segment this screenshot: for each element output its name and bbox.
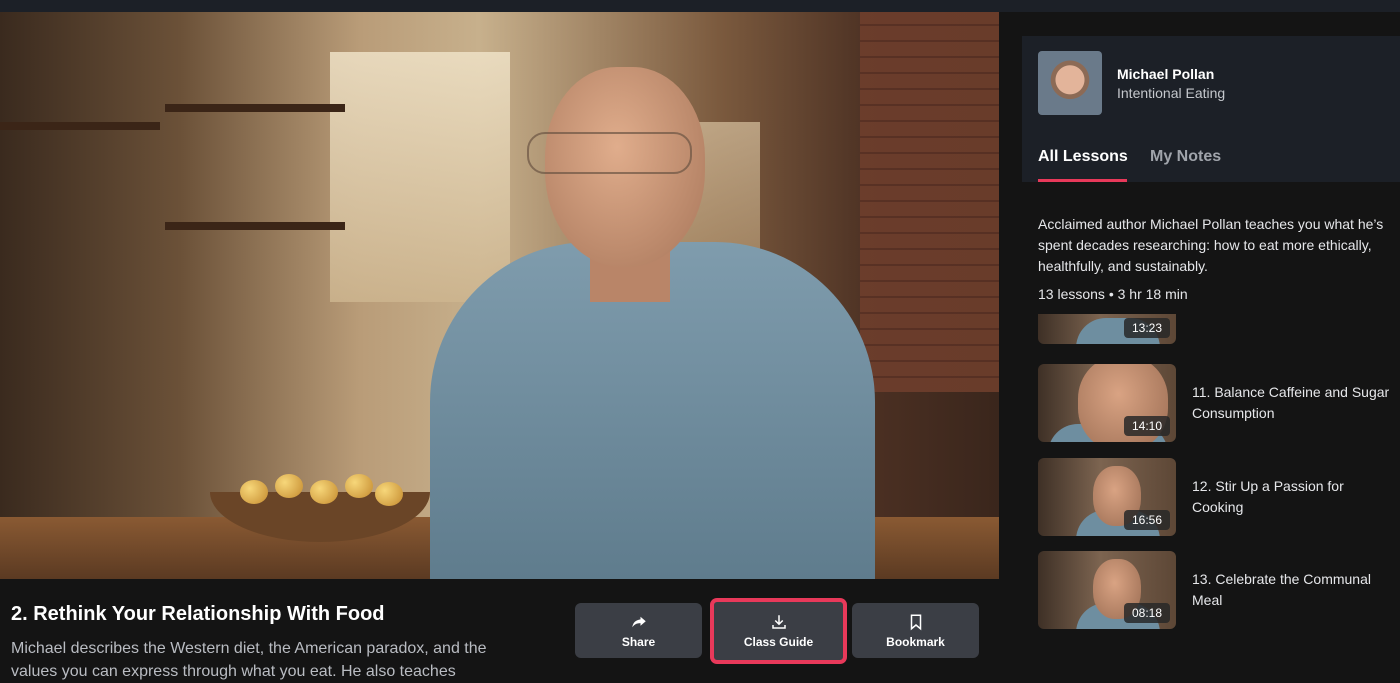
- bookmark-label: Bookmark: [886, 634, 945, 649]
- video-scene-shelf: [165, 222, 345, 230]
- video-player[interactable]: [0, 12, 999, 579]
- share-label: Share: [621, 634, 656, 649]
- instructor-card: Michael Pollan Intentional Eating All Le…: [1022, 36, 1400, 182]
- bookmark-icon: [910, 614, 921, 630]
- class-guide-label: Class Guide: [743, 635, 814, 649]
- lesson-name: 11. Balance Caffeine and Sugar Consumpti…: [1192, 384, 1390, 421]
- course-description: Acclaimed author Michael Pollan teaches …: [1038, 216, 1384, 274]
- video-scene-glasses: [527, 132, 692, 174]
- lesson-duration: 08:18: [1123, 603, 1170, 623]
- lesson-duration: 13:23: [1123, 318, 1170, 338]
- download-icon: [771, 615, 786, 629]
- lesson-thumbnail: 16:56: [1038, 458, 1176, 536]
- list-item[interactable]: 13:23: [1038, 314, 1400, 346]
- video-scene-brick-wall: [860, 12, 999, 392]
- active-tab-indicator: [1038, 179, 1127, 182]
- lesson-duration: 16:56: [1123, 510, 1170, 530]
- share-button[interactable]: Share: [575, 603, 702, 658]
- tab-all-lessons[interactable]: All Lessons: [1038, 148, 1128, 166]
- lesson-name: 12. Stir Up a Passion for Cooking: [1192, 478, 1344, 515]
- video-scene-shelf: [165, 104, 345, 112]
- lesson-sidebar: Michael Pollan Intentional Eating All Le…: [1022, 36, 1400, 674]
- instructor-name: Michael Pollan: [1117, 66, 1215, 82]
- video-scene-fruit: [240, 480, 268, 504]
- video-scene-fruit: [275, 474, 303, 498]
- lesson-thumbnail: 13:23: [1038, 314, 1176, 344]
- bookmark-button[interactable]: Bookmark: [852, 603, 979, 658]
- lesson-title: 2. Rethink Your Relationship With Food: [11, 603, 385, 625]
- tab-my-notes[interactable]: My Notes: [1150, 148, 1221, 166]
- video-scene-shelf: [0, 122, 160, 130]
- video-scene-fruit: [375, 482, 403, 506]
- top-bar: [0, 0, 1400, 12]
- list-item[interactable]: 08:18 13. Celebrate the Communal Meal: [1038, 551, 1400, 631]
- video-scene-fruit: [345, 474, 373, 498]
- lesson-thumbnail: 14:10: [1038, 364, 1176, 442]
- avatar: [1038, 51, 1102, 115]
- video-scene-window: [330, 52, 510, 302]
- class-guide-button[interactable]: Class Guide: [711, 599, 846, 663]
- list-item[interactable]: 16:56 12. Stir Up a Passion for Cooking: [1038, 458, 1400, 538]
- lesson-list[interactable]: 13:23 14:10 11. Balance Caffeine and Sug…: [1038, 314, 1400, 674]
- list-item[interactable]: 14:10 11. Balance Caffeine and Sugar Con…: [1038, 364, 1400, 444]
- lesson-duration: 14:10: [1123, 416, 1170, 436]
- video-scene-fruit: [310, 480, 338, 504]
- lesson-thumbnail: 08:18: [1038, 551, 1176, 629]
- course-meta: 13 lessons • 3 hr 18 min: [1038, 286, 1188, 302]
- lesson-description: Michael describes the Western diet, the …: [11, 640, 487, 680]
- course-name: Intentional Eating: [1117, 85, 1226, 101]
- lesson-name: 13. Celebrate the Communal Meal: [1192, 571, 1371, 608]
- share-icon: [631, 616, 646, 627]
